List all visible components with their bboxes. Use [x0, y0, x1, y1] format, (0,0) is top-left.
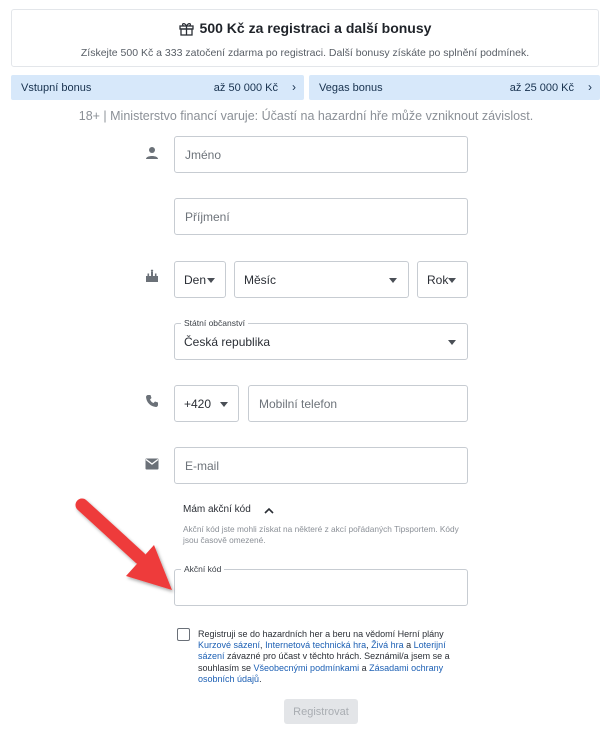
birthday-cake-icon	[145, 269, 159, 283]
consent-checkbox[interactable]	[177, 628, 190, 641]
consent-text-part: Registruji se do hazardních her a beru n…	[198, 629, 444, 639]
consent-text-part: .	[259, 673, 262, 684]
promo-code-toggle-label: Mám akční kód	[183, 504, 251, 515]
vegas-bonus-label: Vegas bonus	[319, 82, 383, 94]
chevron-right-icon: ›	[292, 80, 296, 94]
caret-down-icon	[448, 340, 456, 345]
email-field[interactable]	[174, 447, 468, 484]
phone-field[interactable]	[248, 385, 468, 422]
year-value: Rok	[427, 273, 449, 287]
betting-rules-link[interactable]: Kurzové sázení	[198, 640, 260, 650]
phone-input[interactable]	[249, 386, 467, 421]
terms-link[interactable]: Všeobecnými podmínkami	[254, 663, 360, 673]
year-select[interactable]: Rok	[417, 261, 468, 298]
live-game-rules-link[interactable]: Živá hra	[371, 640, 404, 650]
caret-down-icon	[448, 278, 456, 283]
day-select[interactable]: Den	[174, 261, 226, 298]
phone-prefix-value: +420	[184, 397, 212, 411]
phone-prefix-select[interactable]: +420	[174, 385, 239, 422]
email-input[interactable]	[175, 448, 467, 483]
register-button[interactable]: Registrovat	[284, 699, 358, 724]
caret-down-icon	[207, 278, 215, 283]
entry-bonus-label: Vstupní bonus	[21, 82, 92, 94]
promo-code-toggle[interactable]: Mám akční kód	[183, 504, 274, 517]
caret-down-icon	[220, 402, 228, 407]
vegas-bonus-bar[interactable]: Vegas bonus až 25 000 Kč ›	[309, 75, 600, 100]
first-name-input[interactable]	[175, 137, 467, 172]
promo-banner: 500 Kč za registraci a další bonusy Získ…	[11, 9, 599, 67]
caret-down-icon	[389, 278, 397, 283]
entry-bonus-amount: až 50 000 Kč	[213, 82, 278, 94]
consent-text-part: a	[359, 662, 370, 673]
consent-text: Registruji se do hazardních her a beru n…	[198, 629, 458, 685]
promo-title-row: 500 Kč za registraci a další bonusy	[12, 20, 598, 39]
person-icon	[145, 146, 159, 160]
gift-icon	[178, 22, 194, 39]
consent-text-part: a	[403, 640, 414, 651]
promo-code-input[interactable]	[175, 570, 467, 605]
day-value: Den	[184, 273, 207, 287]
promo-code-field[interactable]: Akční kód	[174, 564, 468, 606]
gambling-warning: 18+ | Ministerstvo financí varuje: Účast…	[78, 109, 534, 123]
promo-title: 500 Kč za registraci a další bonusy	[199, 20, 432, 36]
last-name-field[interactable]	[174, 198, 468, 235]
entry-bonus-bar[interactable]: Vstupní bonus až 50 000 Kč ›	[11, 75, 304, 100]
citizenship-label: Státní občanství	[181, 318, 248, 328]
citizenship-value: Česká republika	[184, 335, 271, 349]
vegas-bonus-amount: až 25 000 Kč	[509, 82, 574, 94]
chevron-up-icon	[264, 506, 274, 517]
citizenship-select[interactable]: Státní občanství Česká republika	[174, 318, 468, 360]
promo-code-note: Akční kód jste mohli získat na některé z…	[183, 524, 459, 545]
month-select[interactable]: Měsíc	[234, 261, 409, 298]
chevron-right-icon: ›	[588, 80, 592, 94]
promo-subtitle: Získejte 500 Kč a 333 zatočení zdarma po…	[80, 47, 530, 59]
first-name-field[interactable]	[174, 136, 468, 173]
phone-icon	[145, 394, 159, 408]
last-name-input[interactable]	[175, 199, 467, 234]
mail-icon	[145, 457, 159, 471]
technical-game-rules-link[interactable]: Internetová technická hra	[265, 640, 366, 650]
month-value: Měsíc	[244, 273, 277, 287]
